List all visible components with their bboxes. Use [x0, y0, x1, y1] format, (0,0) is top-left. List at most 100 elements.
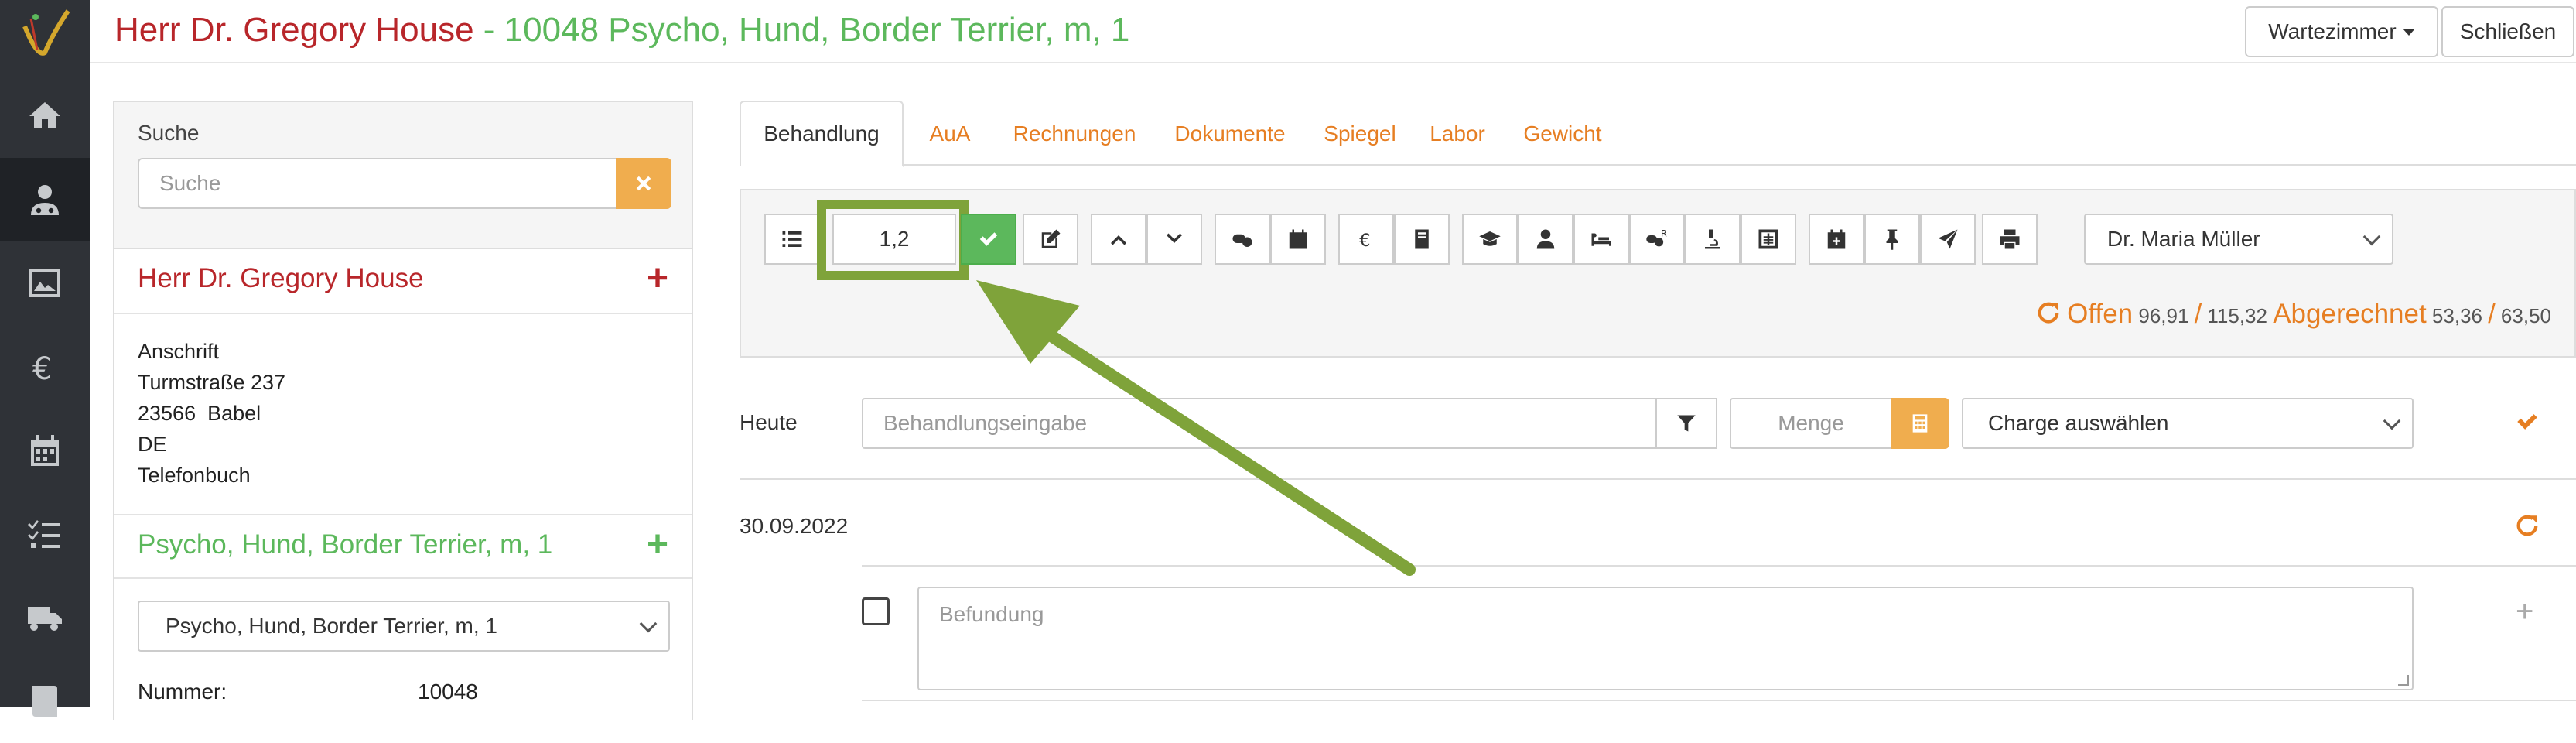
- pin-icon: [1886, 229, 1898, 250]
- image-icon: [29, 269, 60, 297]
- owner-name-title: Herr Dr. Gregory House: [114, 11, 474, 49]
- xray-icon: [1758, 229, 1778, 249]
- pin-button[interactable]: [1864, 214, 1920, 265]
- today-label: Heute: [740, 410, 798, 434]
- edit-button[interactable]: [1023, 214, 1078, 265]
- search-input[interactable]: Suche: [138, 158, 617, 209]
- tab-labor[interactable]: Labor: [1413, 101, 1502, 167]
- person-icon: [1536, 229, 1555, 249]
- chevron-down-icon: [2362, 228, 2381, 246]
- medication-button[interactable]: [1215, 214, 1270, 265]
- book-button[interactable]: [1394, 214, 1450, 265]
- sidebar-item-delivery[interactable]: [0, 576, 90, 659]
- clear-search-button[interactable]: [616, 158, 671, 209]
- list-button[interactable]: [764, 214, 820, 265]
- invoice-button[interactable]: €: [1338, 214, 1394, 265]
- page-header: Herr Dr. Gregory House - 10048 Psycho, H…: [90, 0, 2576, 63]
- education-button[interactable]: [1462, 214, 1518, 265]
- owner-address: Anschrift Turmstraße 237 23566 Babel DE …: [138, 336, 285, 491]
- quantity-field[interactable]: Menge: [1730, 398, 1892, 449]
- patient-info-title: - 10048 Psycho, Hund, Border Terrier, m,…: [473, 11, 1130, 49]
- tab-rechnungen[interactable]: Rechnungen: [996, 101, 1153, 167]
- list-icon: [782, 231, 802, 247]
- calculator-icon: [1912, 414, 1928, 433]
- graduation-cap-icon: [1479, 231, 1501, 246]
- move-down-button[interactable]: [1146, 214, 1202, 265]
- chevron-down-icon: [1167, 233, 1182, 243]
- owner-name[interactable]: Herr Dr. Gregory House: [138, 263, 424, 294]
- charge-select[interactable]: Charge auswählen: [1962, 398, 2414, 449]
- xray-button[interactable]: [1741, 214, 1796, 265]
- divider: [740, 478, 2576, 480]
- billed-value-2: 63,50: [2500, 304, 2551, 327]
- calendar-button[interactable]: [1270, 214, 1326, 265]
- tab-spiegel[interactable]: Spiegel: [1307, 101, 1413, 167]
- billed-value-1: 53,36: [2431, 304, 2482, 327]
- treatment-input[interactable]: Behandlungseingabe: [862, 398, 1657, 449]
- edit-icon: [1041, 229, 1061, 248]
- check-icon: [979, 232, 998, 246]
- search-area: Suche Suche: [114, 102, 692, 249]
- add-animal-plus-icon[interactable]: +: [647, 526, 668, 563]
- animal-select-value: Psycho, Hund, Border Terrier, m, 1: [166, 614, 497, 638]
- resize-grip-icon[interactable]: [2398, 675, 2409, 686]
- tab-dokumente[interactable]: Dokumente: [1153, 101, 1307, 167]
- animal-select[interactable]: Psycho, Hund, Border Terrier, m, 1: [138, 601, 670, 652]
- tab-aua[interactable]: AuA: [904, 101, 996, 167]
- billing-status: Offen 96,91 / 115,32 Abgerechnet 53,36 /…: [2035, 299, 2551, 330]
- send-button[interactable]: [1920, 214, 1976, 265]
- record-date: 30.09.2022: [740, 514, 849, 538]
- tab-gewicht[interactable]: Gewicht: [1502, 101, 1623, 167]
- person-button[interactable]: [1518, 214, 1573, 265]
- add-finding-plus-icon[interactable]: +: [2516, 596, 2533, 627]
- svg-text:R: R: [1661, 228, 1667, 238]
- finding-textarea[interactable]: Befundung: [917, 587, 2414, 690]
- phonebook-link[interactable]: Telefonbuch: [138, 460, 285, 491]
- sidebar-item-calendar[interactable]: [0, 409, 90, 492]
- tab-behandlung[interactable]: Behandlung: [740, 101, 904, 167]
- book-icon: [32, 686, 57, 717]
- chevron-down-icon: [639, 615, 658, 633]
- save-check-icon[interactable]: [2514, 409, 2540, 435]
- move-up-button[interactable]: [1091, 214, 1146, 265]
- address-street: Turmstraße 237: [138, 371, 286, 394]
- add-owner-plus-icon[interactable]: +: [647, 260, 668, 297]
- tab-bar: Behandlung AuA Rechnungen Dokumente Spie…: [740, 101, 2576, 167]
- sidebar-item-finance[interactable]: €: [0, 325, 90, 409]
- refresh-icon[interactable]: [2514, 512, 2540, 539]
- microscope-icon: [1705, 229, 1720, 249]
- sidebar-item-home[interactable]: [0, 74, 90, 158]
- doctor-select[interactable]: Dr. Maria Müller: [2084, 214, 2393, 265]
- book-icon: [1415, 229, 1429, 249]
- lab-button[interactable]: [1685, 214, 1741, 265]
- sidebar-item-images[interactable]: [0, 241, 90, 325]
- open-value-1: 96,91: [2138, 304, 2189, 327]
- print-button[interactable]: [1982, 214, 2038, 265]
- sidebar-item-patients[interactable]: [0, 158, 90, 241]
- svg-text:€: €: [1359, 231, 1370, 251]
- search-label: Suche: [138, 121, 200, 145]
- divider: [114, 577, 692, 579]
- separator: /: [2488, 300, 2496, 329]
- prescription-icon: R: [1646, 228, 1667, 247]
- animal-title[interactable]: Psycho, Hund, Border Terrier, m, 1: [138, 529, 552, 560]
- finding-checkbox[interactable]: [862, 597, 890, 625]
- inpatient-button[interactable]: [1573, 214, 1629, 265]
- divider: [114, 514, 692, 515]
- calendar-icon: [1289, 229, 1307, 249]
- prescription-button[interactable]: R: [1629, 214, 1685, 265]
- waiting-room-button[interactable]: Wartezimmer: [2245, 6, 2438, 57]
- refresh-icon[interactable]: [2035, 300, 2062, 326]
- waiting-room-label: Wartezimmer: [2268, 19, 2397, 43]
- app-logo[interactable]: [14, 3, 76, 65]
- euro-icon: €: [1359, 231, 1370, 251]
- close-button[interactable]: Schließen: [2441, 6, 2574, 57]
- billed-label: Abgerechnet: [2273, 299, 2427, 329]
- filter-button[interactable]: [1655, 398, 1717, 449]
- sidebar-item-tasks[interactable]: [0, 492, 90, 576]
- confirm-quantity-button[interactable]: [961, 214, 1016, 265]
- add-appointment-button[interactable]: [1809, 214, 1864, 265]
- calculator-button[interactable]: [1891, 398, 1949, 449]
- sidebar-item-docs[interactable]: [0, 659, 90, 743]
- patient-panel: Suche Suche Herr Dr. Gregory House + Ans…: [113, 101, 693, 720]
